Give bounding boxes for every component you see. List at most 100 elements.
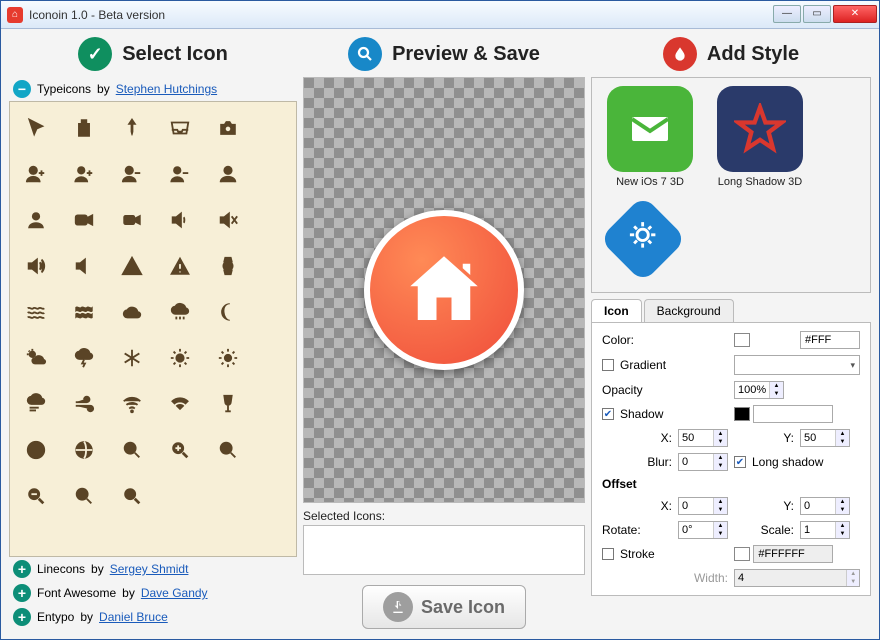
zoom-out-outline-icon[interactable] [208, 430, 248, 470]
icon-grid [16, 108, 296, 516]
icon-grid-scroll[interactable] [9, 101, 297, 557]
user-outline-icon[interactable] [208, 154, 248, 194]
wifi-icon[interactable] [160, 384, 200, 424]
wind-icon[interactable] [64, 384, 104, 424]
gradient-select[interactable]: ▾ [734, 355, 860, 375]
video-outline-icon[interactable] [64, 200, 104, 240]
minimize-button[interactable]: — [773, 5, 801, 23]
expand-icon[interactable]: + [13, 560, 31, 578]
family-name: Entypo [37, 610, 74, 624]
style-heading: Add Style [707, 43, 799, 66]
video-icon[interactable] [112, 200, 152, 240]
shadow-color-input[interactable] [753, 405, 833, 423]
shadow-x-spinner[interactable]: ▲▼ [678, 429, 728, 447]
volume-icon[interactable] [64, 246, 104, 286]
waves-icon[interactable] [64, 292, 104, 332]
watch-icon[interactable] [208, 246, 248, 286]
volume-high-icon[interactable] [16, 246, 56, 286]
close-button[interactable]: ✕ [833, 5, 877, 23]
selected-icons-box[interactable] [303, 525, 585, 575]
family-author-link[interactable]: Dave Gandy [141, 586, 208, 600]
family-fontawesome[interactable]: + Font Awesome by Dave Gandy [9, 581, 297, 605]
snow-icon[interactable] [112, 338, 152, 378]
search-outline-icon[interactable] [64, 476, 104, 516]
tab-icon[interactable]: Icon [591, 299, 642, 322]
inbox-icon[interactable] [160, 108, 200, 148]
user-add-icon[interactable] [64, 154, 104, 194]
wind-cloud-icon[interactable] [16, 384, 56, 424]
stroke-checkbox[interactable]: Stroke [602, 547, 728, 561]
sun-outline-icon[interactable] [160, 338, 200, 378]
shadow-color-swatch[interactable] [734, 407, 750, 421]
expand-icon[interactable]: + [13, 584, 31, 602]
rain-icon[interactable] [160, 292, 200, 332]
collapse-icon[interactable]: − [13, 80, 31, 98]
style-preset-longshadow[interactable]: Long Shadow 3D [710, 86, 810, 188]
family-typeicons[interactable]: − Typeicons by Stephen Hutchings [9, 77, 297, 101]
app-icon: ⌂ [7, 7, 23, 23]
offset-x-spinner[interactable]: ▲▼ [678, 497, 728, 515]
user-remove-fill-icon[interactable] [160, 154, 200, 194]
family-author-link[interactable]: Daniel Bruce [99, 610, 168, 624]
longshadow-checkbox[interactable]: ✔ Long shadow [734, 455, 860, 469]
globe-outline-icon[interactable] [16, 430, 56, 470]
zoom-in-icon[interactable] [160, 430, 200, 470]
rotate-spinner[interactable]: ▲▼ [678, 521, 728, 539]
globe-icon[interactable] [64, 430, 104, 470]
cursor-icon[interactable] [16, 108, 56, 148]
trash-icon[interactable] [64, 108, 104, 148]
style-preset-diamond[interactable] [600, 198, 700, 284]
expand-icon[interactable]: + [13, 608, 31, 626]
blank-cell [256, 108, 296, 148]
longshadow-label: Long shadow [752, 455, 823, 469]
search-icon[interactable] [112, 476, 152, 516]
offset-y-spinner[interactable]: ▲▼ [800, 497, 850, 515]
sun-icon[interactable] [208, 338, 248, 378]
maximize-button[interactable]: ▭ [803, 5, 831, 23]
moon-icon[interactable] [208, 292, 248, 332]
style-preset-ios7[interactable]: New iOs 7 3D [600, 86, 700, 188]
zoom-in-outline-icon[interactable] [112, 430, 152, 470]
warning-icon[interactable] [160, 246, 200, 286]
partly-cloudy-icon[interactable] [16, 338, 56, 378]
volume-mute-icon[interactable] [208, 200, 248, 240]
pin-icon[interactable] [112, 108, 152, 148]
family-author-link[interactable]: Stephen Hutchings [116, 82, 217, 96]
color-swatch[interactable] [734, 333, 750, 347]
volume-low-icon[interactable] [160, 200, 200, 240]
blur-spinner[interactable]: ▲▼ [678, 453, 728, 471]
cloud-icon[interactable] [112, 292, 152, 332]
checkbox-checked-icon: ✔ [734, 456, 746, 468]
user-remove-icon[interactable] [112, 154, 152, 194]
family-linecons[interactable]: + Linecons by Sergey Shmidt [9, 557, 297, 581]
gradient-checkbox[interactable]: Gradient [602, 358, 728, 372]
rotate-label: Rotate: [602, 523, 672, 537]
window-title: Iconoin 1.0 - Beta version [29, 8, 771, 22]
opacity-spinner[interactable]: ▲▼ [734, 381, 784, 399]
preview-rendered-icon [364, 210, 524, 370]
waves-outline-icon[interactable] [16, 292, 56, 332]
family-author-link[interactable]: Sergey Shmidt [110, 562, 189, 576]
wifi-outline-icon[interactable] [112, 384, 152, 424]
warning-outline-icon[interactable] [112, 246, 152, 286]
save-icon-button[interactable]: Save Icon [362, 585, 526, 629]
blank-cell [256, 200, 296, 240]
wine-icon[interactable] [208, 384, 248, 424]
preview-canvas[interactable] [303, 77, 585, 503]
shadow-y-spinner[interactable]: ▲▼ [800, 429, 850, 447]
color-label: Color: [602, 333, 672, 347]
style-presets: New iOs 7 3D Long Shadow 3D [591, 77, 871, 293]
tab-background[interactable]: Background [644, 299, 734, 322]
color-input[interactable] [800, 331, 860, 349]
user-add-outline-icon[interactable] [16, 154, 56, 194]
drop-circle-icon [663, 37, 697, 71]
shadow-checkbox[interactable]: ✔ Shadow [602, 407, 728, 421]
titlebar[interactable]: ⌂ Iconoin 1.0 - Beta version — ▭ ✕ [1, 1, 879, 29]
family-entypo[interactable]: + Entypo by Daniel Bruce [9, 605, 297, 629]
scale-spinner[interactable]: ▲▼ [800, 521, 850, 539]
blank-cell [256, 154, 296, 194]
zoom-out-icon[interactable] [16, 476, 56, 516]
storm-icon[interactable] [64, 338, 104, 378]
user-icon[interactable] [16, 200, 56, 240]
camera-icon[interactable] [208, 108, 248, 148]
